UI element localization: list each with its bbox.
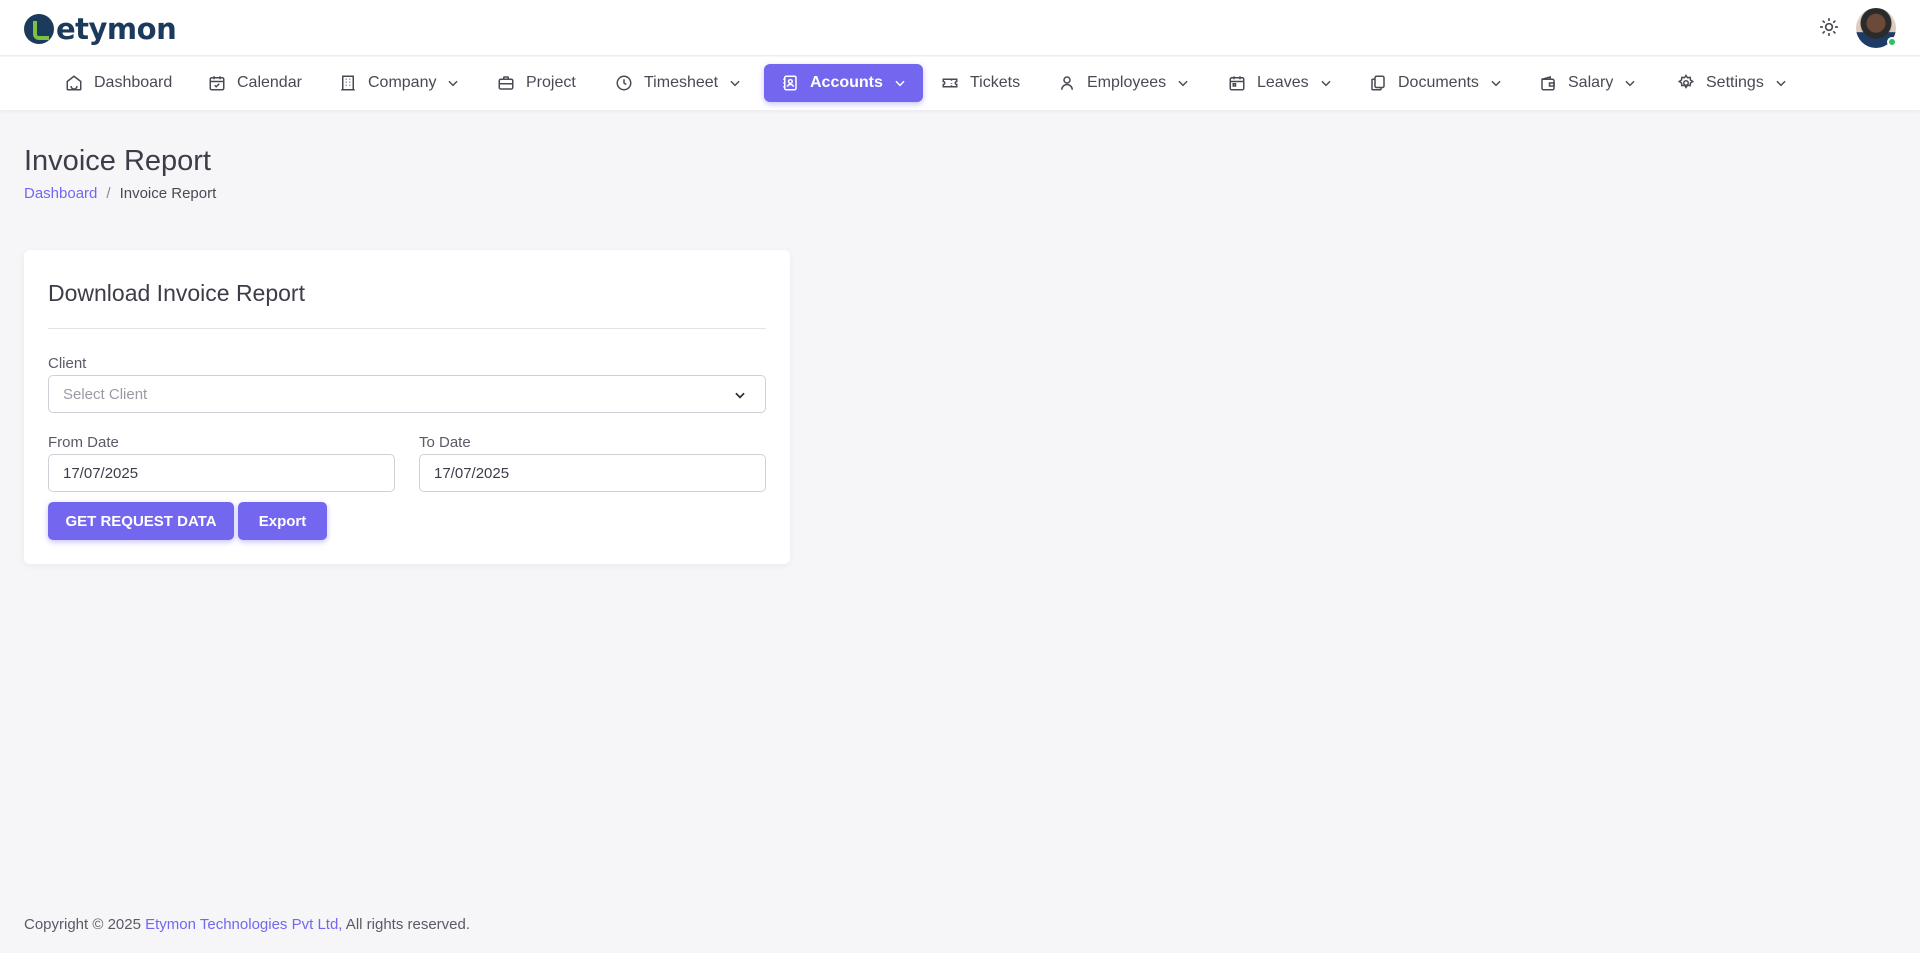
sun-icon [1819,17,1839,37]
footer: Copyright © 2025 Etymon Technologies Pvt… [24,916,470,933]
nav-label: Project [526,74,576,91]
card-title: Download Invoice Report [48,280,305,306]
nav-label: Salary [1568,74,1614,91]
nav-label: Calendar [237,74,302,91]
page-title: Invoice Report [24,145,211,177]
calendar-icon [1227,73,1247,93]
nav-label: Documents [1398,74,1479,91]
nav-item-calendar[interactable]: Calendar [207,64,302,102]
footer-rights: All rights reserved. [342,916,471,933]
client-select[interactable]: Select Client [48,375,766,413]
ticket-icon [940,73,960,93]
breadcrumb-current: Invoice Report [119,185,217,202]
nav-label: Leaves [1257,74,1309,91]
building-icon [338,73,358,93]
nav-label: Company [368,74,437,91]
calendar-icon [207,73,227,93]
chevron-down-icon [735,392,745,399]
get-request-data-button[interactable]: GET REQUEST DATA [48,502,234,540]
top-header: etymon [0,0,1920,56]
nav-item-leaves[interactable]: Leaves [1227,64,1333,102]
theme-toggle-button[interactable] [1818,16,1840,38]
export-button[interactable]: Export [238,502,327,540]
wallet-icon [1538,73,1558,93]
brand-name: etymon [56,12,177,46]
nav-item-project[interactable]: Project [496,64,576,102]
nav-label: Tickets [970,74,1021,91]
nav-label: Timesheet [644,74,719,91]
main-navbar: Dashboard Calendar Company Project Times… [0,57,1920,110]
footer-copyright: Copyright © 2025 [24,916,146,933]
nav-label: Employees [1087,74,1167,91]
chevron-down-icon [1319,76,1333,90]
home-icon [64,73,84,93]
nav-item-tickets[interactable]: Tickets [940,64,1020,102]
card-divider [48,328,766,329]
chevron-down-icon [728,76,742,90]
nav-item-timesheet[interactable]: Timesheet [614,64,742,102]
nav-item-salary[interactable]: Salary [1538,64,1637,102]
download-invoice-card: Download Invoice Report Client Select Cl… [24,250,790,564]
nav-item-dashboard[interactable]: Dashboard [64,64,172,102]
nav-item-documents[interactable]: Documents [1368,64,1503,102]
chevron-down-icon [1176,76,1190,90]
ledger-icon [780,73,800,93]
from-date-label: From Date [48,434,119,451]
nav-label: Accounts [810,74,883,91]
chevron-down-icon [1623,76,1637,90]
to-date-input[interactable] [419,454,766,492]
nav-item-employees[interactable]: Employees [1057,64,1190,102]
chevron-down-icon [1489,76,1503,90]
to-date-label: To Date [419,434,471,451]
nav-item-settings[interactable]: Settings [1676,64,1788,102]
breadcrumb-separator: / [106,185,111,202]
online-status-dot [1887,37,1897,47]
breadcrumb: Dashboard / Invoice Report [24,185,216,202]
nav-item-company[interactable]: Company [338,64,460,102]
client-label: Client [48,355,87,372]
clock-icon [614,73,634,93]
chevron-down-icon [446,76,460,90]
client-select-placeholder: Select Client [63,385,148,403]
nav-item-accounts[interactable]: Accounts [764,64,923,102]
from-date-input[interactable] [48,454,395,492]
user-avatar[interactable] [1856,8,1897,48]
brand-logo[interactable]: etymon [24,12,177,46]
breadcrumb-dashboard-link[interactable]: Dashboard [24,185,97,202]
chevron-down-icon [1774,76,1788,90]
nav-label: Dashboard [94,74,173,91]
gear-icon [1676,73,1696,93]
footer-company-link[interactable]: Etymon Technologies Pvt Ltd, [145,916,342,933]
documents-icon [1368,73,1388,93]
logo-icon [24,14,54,44]
user-icon [1057,73,1077,93]
nav-label: Settings [1706,74,1764,91]
briefcase-icon [496,73,516,93]
chevron-down-icon [893,76,907,90]
